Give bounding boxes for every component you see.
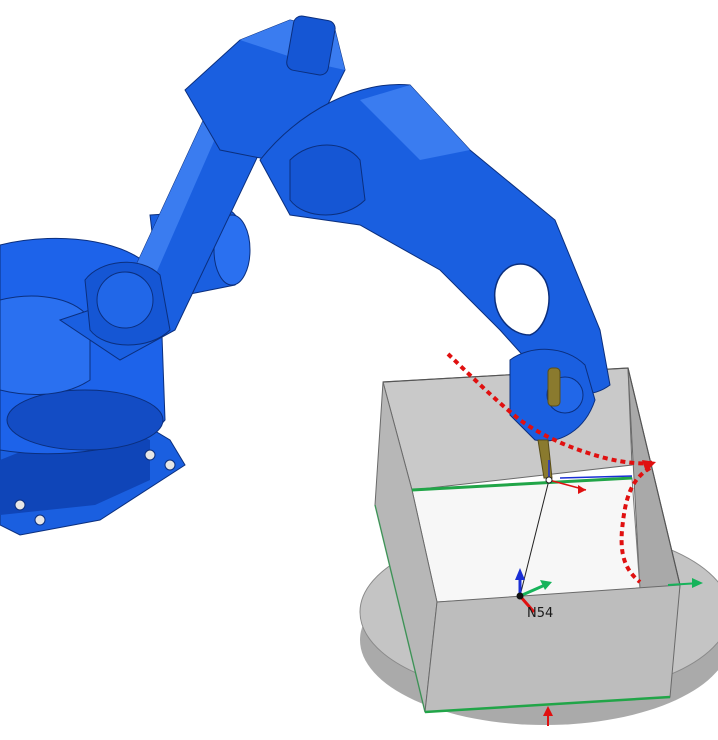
robot-base[interactable] (0, 209, 251, 536)
frame-label: N54 (527, 606, 553, 621)
3d-viewport[interactable]: N54 (0, 0, 718, 740)
robot-upper-arm[interactable] (184, 15, 611, 442)
